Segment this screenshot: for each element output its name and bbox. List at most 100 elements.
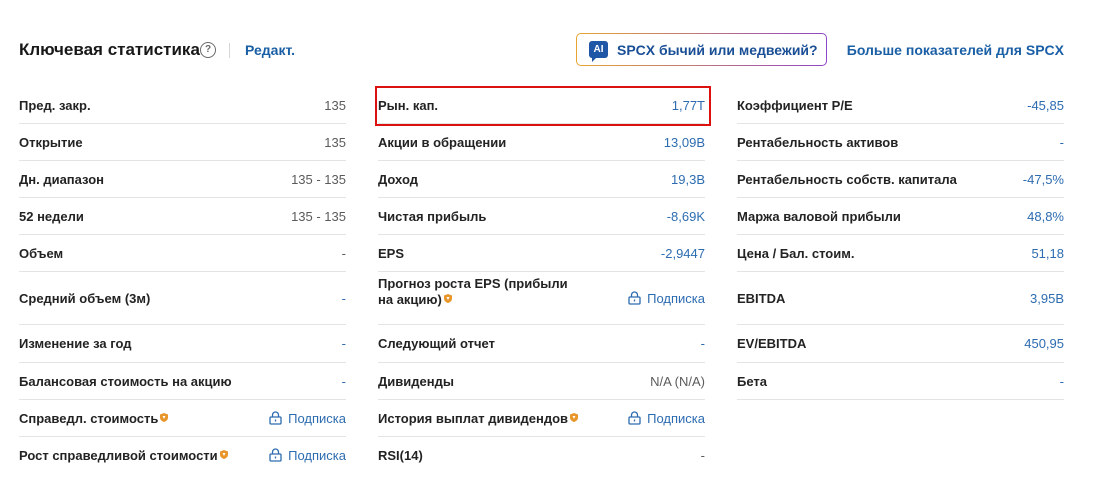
stat-value: 19,3B: [671, 172, 705, 187]
stat-value: -: [700, 336, 705, 351]
stat-value: -: [1059, 135, 1064, 150]
stat-value: -: [700, 448, 705, 463]
stat-value: -: [341, 336, 346, 351]
stat-value: 51,18: [1031, 246, 1064, 261]
stat-row: EPS -2,9447: [378, 235, 705, 272]
key-stats-header: Ключевая статистика ? Редакт. AI SPCX бы…: [19, 33, 1064, 66]
stat-row: Изменение за год -: [19, 325, 346, 363]
stat-row: Маржа валовой прибыли 48,8%: [737, 198, 1064, 235]
subscribe-label: Подписка: [288, 448, 346, 463]
stat-value: 135: [324, 98, 346, 113]
ai-icon: AI: [589, 41, 608, 62]
more-metrics-link[interactable]: Больше показателей для SPCX: [847, 42, 1064, 58]
stat-value: 135 - 135: [291, 172, 346, 187]
stat-row: Открытие 135: [19, 124, 346, 161]
stat-value: -: [341, 374, 346, 389]
stat-row: EBITDA 3,95B: [737, 272, 1064, 325]
stat-label: EPS: [378, 246, 405, 261]
lock-icon: [628, 291, 641, 305]
premium-badge-icon: [443, 294, 452, 303]
stat-label: Балансовая стоимость на акцию: [19, 374, 232, 389]
stat-label: Коэффициент P/E: [737, 98, 853, 113]
stat-row: Прогноз роста EPS (прибыли на акцию) Под…: [378, 272, 705, 325]
stat-label: Пред. закр.: [19, 98, 91, 113]
header-divider: [229, 43, 230, 58]
stat-label: 52 недели: [19, 209, 84, 224]
stat-value: -47,5%: [1022, 172, 1064, 187]
stat-row: История выплат дивидендов Подписка: [378, 400, 705, 437]
stat-label: Дивиденды: [378, 374, 454, 389]
subscribe-link[interactable]: Подписка: [269, 411, 346, 426]
stat-label-premium: История выплат дивидендов: [378, 411, 578, 426]
subscribe-label: Подписка: [288, 411, 346, 426]
stat-value: -45,85: [1027, 98, 1064, 113]
stat-label-premium: Справедл. стоимость: [19, 411, 169, 426]
stat-label: Бета: [737, 374, 767, 389]
stat-value: 3,95B: [1030, 291, 1064, 306]
stat-row: RSI(14) -: [378, 437, 705, 474]
stat-label: Изменение за год: [19, 336, 132, 351]
stat-label-text: Рост справедливой стоимости: [19, 448, 218, 463]
stat-row: Дн. диапазон 135 - 135: [19, 161, 346, 198]
stat-value: -2,9447: [660, 246, 705, 261]
stat-row: 52 недели 135 - 135: [19, 198, 346, 235]
subscribe-label: Подписка: [647, 411, 705, 426]
stat-label: Открытие: [19, 135, 83, 150]
stat-value: -: [341, 246, 346, 261]
stats-column-3: Коэффициент P/E -45,85 Рентабельность ак…: [737, 87, 1064, 400]
stat-label-text: Справедл. стоимость: [19, 411, 159, 426]
stat-row: Рентабельность собств. капитала -47,5%: [737, 161, 1064, 198]
stat-row: Балансовая стоимость на акцию -: [19, 363, 346, 400]
stat-row: Следующий отчет -: [378, 325, 705, 363]
stat-row: Коэффициент P/E -45,85: [737, 87, 1064, 124]
stat-row: Рост справедливой стоимости Подписка: [19, 437, 346, 474]
stat-label: RSI(14): [378, 448, 423, 463]
stat-label: EV/EBITDA: [737, 336, 807, 351]
stat-value: -: [1059, 374, 1064, 389]
stat-label: Доход: [378, 172, 418, 187]
edit-link[interactable]: Редакт.: [245, 42, 295, 58]
stat-label: Дн. диапазон: [19, 172, 104, 187]
subscribe-link[interactable]: Подписка: [628, 411, 705, 426]
stat-value: 48,8%: [1027, 209, 1064, 224]
ai-bull-bear-button[interactable]: AI SPCX бычий или медвежий?: [576, 33, 827, 66]
stat-label: Рентабельность собств. капитала: [737, 172, 957, 187]
stat-label: Маржа валовой прибыли: [737, 209, 901, 224]
stat-label: Средний объем (3м): [19, 291, 151, 306]
stat-row: Дивиденды N/A (N/A): [378, 363, 705, 400]
stat-row: Пред. закр. 135: [19, 87, 346, 124]
stats-column-1: Пред. закр. 135 Открытие 135 Дн. диапазо…: [19, 87, 346, 474]
premium-badge-icon: [219, 450, 228, 459]
stat-value: -: [341, 291, 346, 306]
stat-label-text: История выплат дивидендов: [378, 411, 568, 426]
stat-row: Справедл. стоимость Подписка: [19, 400, 346, 437]
stat-label: EBITDA: [737, 291, 786, 306]
stat-label: Объем: [19, 246, 64, 261]
stat-label-text: Прогноз роста EPS (прибыли на акцию): [378, 276, 568, 307]
stat-label-premium: Рост справедливой стоимости: [19, 448, 228, 463]
stat-row: Бета -: [737, 363, 1064, 400]
premium-badge-icon: [570, 413, 578, 422]
subscribe-link[interactable]: Подписка: [269, 448, 346, 463]
premium-badge-icon: [160, 413, 169, 422]
stat-label-premium: Прогноз роста EPS (прибыли на акцию): [378, 276, 578, 308]
stat-value: N/A (N/A): [650, 374, 705, 389]
stat-value: 135 - 135: [291, 209, 346, 224]
stats-column-2: Рын. кап. 1,77T Акции в обращении 13,09B…: [378, 87, 705, 474]
stat-value: 450,95: [1024, 336, 1064, 351]
ai-button-label: SPCX бычий или медвежий?: [617, 41, 818, 58]
stat-row: Рентабельность активов -: [737, 124, 1064, 161]
subscribe-link[interactable]: Подписка: [628, 291, 705, 306]
lock-icon: [269, 448, 282, 462]
subscribe-label: Подписка: [647, 291, 705, 306]
stat-value: 13,09B: [663, 135, 705, 150]
stat-label: Рентабельность активов: [737, 135, 899, 150]
lock-icon: [269, 411, 282, 425]
stat-label: Чистая прибыль: [378, 209, 487, 224]
stat-row: Акции в обращении 13,09B: [378, 124, 705, 161]
stat-value: 135: [324, 135, 346, 150]
stat-label: Акции в обращении: [378, 135, 507, 150]
help-icon[interactable]: ?: [200, 42, 216, 58]
section-title: Ключевая статистика: [19, 40, 200, 59]
stat-row: Объем -: [19, 235, 346, 272]
